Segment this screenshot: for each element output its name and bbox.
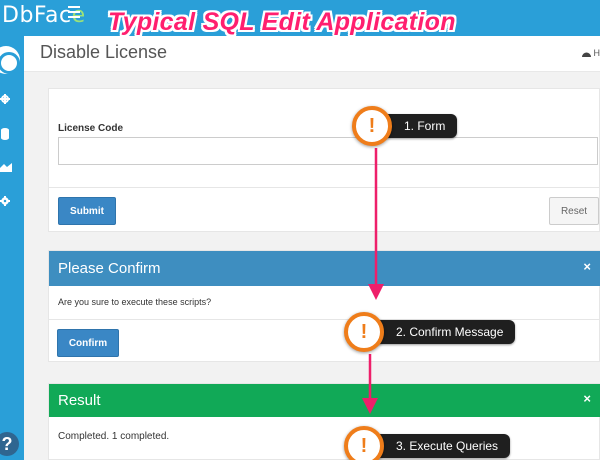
step-3-exclamation-icon: ! bbox=[344, 426, 384, 460]
step-3-callout: 3. Execute Queries bbox=[370, 434, 511, 458]
step-1-exclamation-icon: ! bbox=[352, 106, 392, 146]
arrow-head-2 bbox=[362, 398, 378, 414]
annotation-arrows bbox=[362, 148, 384, 414]
step-2-exclamation-icon: ! bbox=[344, 312, 384, 352]
arrow-head-1 bbox=[368, 284, 384, 300]
step-2-callout: 2. Confirm Message bbox=[370, 320, 516, 344]
